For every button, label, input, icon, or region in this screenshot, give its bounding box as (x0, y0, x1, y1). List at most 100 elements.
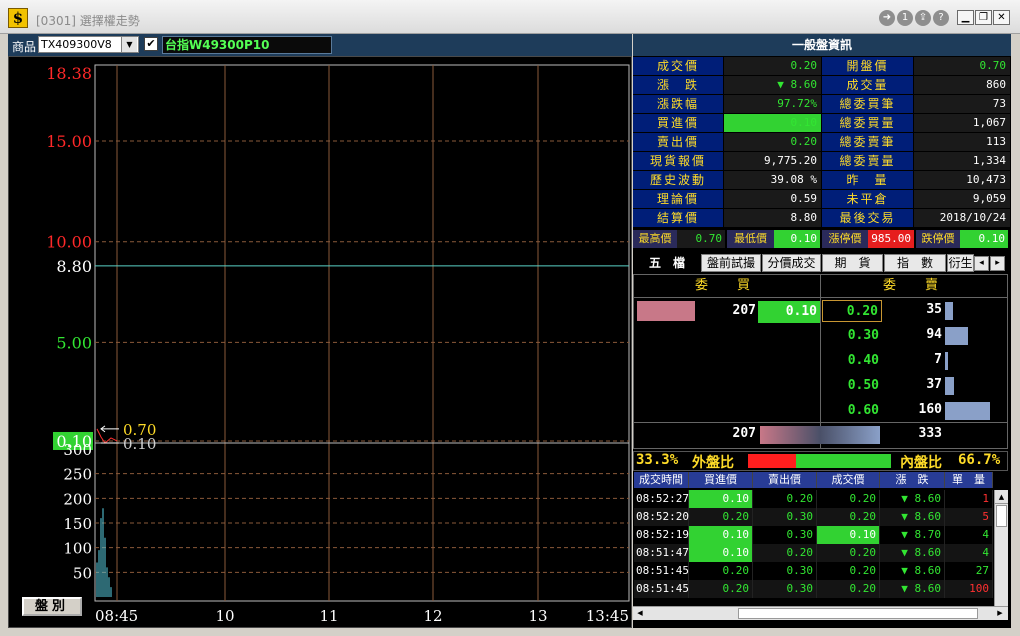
table-cell: 0.10 (817, 526, 880, 544)
forward-icon[interactable]: ➜ (879, 10, 895, 26)
info-value: 0.10 (724, 114, 821, 132)
trades-header[interactable]: 成交時間 (634, 472, 689, 488)
info-label: 成交量 (822, 76, 913, 94)
volume-tick-label: 250 (63, 466, 92, 484)
session-button[interactable]: 盤別 (22, 597, 82, 616)
export-icon[interactable]: ⇪ (915, 10, 931, 26)
table-cell: ▼ 8.60 (880, 580, 945, 598)
buy-header: 委 買 (694, 278, 758, 293)
tab-0[interactable]: 五 檔 (634, 254, 700, 272)
help-icon[interactable]: ? (933, 10, 949, 26)
limit-value: 0.10 (960, 230, 1008, 248)
scroll-right-icon[interactable]: ▶ (993, 607, 1007, 620)
table-cell: 0.20 (753, 490, 817, 508)
info-label: 現貨報價 (633, 152, 723, 170)
time-tick-label: 11 (319, 607, 338, 625)
table-cell: 27 (945, 562, 993, 580)
ask-price[interactable]: 0.30 (822, 325, 882, 347)
product-checkbox[interactable]: ✔ (144, 37, 158, 51)
tab-5[interactable]: 衍生 (947, 254, 974, 272)
window-title: [0301] 選擇權走勢 (36, 14, 140, 28)
scroll-thumb[interactable] (996, 505, 1007, 527)
volume-tick-label: 50 (73, 564, 92, 582)
scroll-up-icon[interactable]: ▲ (995, 490, 1008, 504)
trades-header[interactable]: 單 量 (945, 472, 993, 488)
tab-4[interactable]: 指 數 (884, 254, 946, 272)
minimize-button[interactable]: ▁ (957, 10, 974, 25)
scroll-left-icon[interactable]: ◀ (633, 607, 647, 620)
table-cell: 08:51:47 (634, 544, 689, 562)
info-label: 最後交易 (822, 209, 913, 227)
table-cell: 08:52:20 (634, 508, 689, 526)
hscroll-thumb[interactable] (738, 608, 978, 619)
tab-3[interactable]: 期 貨 (822, 254, 883, 272)
info-header: 一般盤資訊 (633, 34, 1011, 56)
limit-label: 最高價 (633, 230, 677, 248)
table-cell: ▼ 8.60 (880, 508, 945, 526)
info-label: 總委買筆 (822, 95, 913, 113)
vertical-scrollbar[interactable]: ▲ (994, 490, 1008, 606)
table-cell: 0.10 (689, 526, 753, 544)
plot-frame (94, 64, 630, 602)
app-logo-icon: $ (8, 8, 28, 28)
tab-2[interactable]: 分價成交 (762, 254, 821, 272)
info-value: 1,334 (914, 152, 1010, 170)
ask-price[interactable]: 0.50 (822, 375, 882, 397)
info-label: 開盤價 (822, 57, 913, 75)
info-value: ▼ 8.60 (724, 76, 821, 94)
total-ask-qty: 333 (918, 426, 942, 441)
horizontal-scrollbar[interactable]: ◀ ▶ (633, 606, 1008, 620)
info-icon[interactable]: 1 (897, 10, 913, 26)
chevron-down-icon[interactable]: ▼ (121, 37, 137, 52)
time-tick-label: 12 (423, 607, 442, 625)
table-cell: 0.20 (817, 544, 880, 562)
ask-price[interactable]: 0.20 (822, 300, 882, 322)
time-tick-label: 10 (215, 607, 234, 625)
trades-header[interactable]: 成交價 (817, 472, 880, 488)
ask-depth-bar (945, 302, 953, 320)
table-cell: 4 (945, 526, 993, 544)
table-cell: 0.20 (753, 544, 817, 562)
info-value: 2018/10/24 (914, 209, 1010, 227)
table-cell: 0.20 (817, 508, 880, 526)
info-label: 賣出價 (633, 133, 723, 151)
trades-header[interactable]: 買進價 (689, 472, 753, 488)
ask-price[interactable]: 0.40 (822, 350, 882, 372)
trades-header[interactable]: 漲 跌 (880, 472, 945, 488)
ask-price[interactable]: 0.60 (822, 400, 882, 422)
ask-qty: 7 (934, 352, 942, 367)
ask-depth-bar (945, 352, 948, 370)
in-ratio-pct: 66.7% (958, 452, 1001, 468)
price-tick-label: 10.00 (46, 233, 92, 252)
table-cell: 1 (945, 490, 993, 508)
table-cell: 0.20 (689, 562, 753, 580)
table-cell: 0.30 (753, 526, 817, 544)
intraday-chart[interactable]: 18.38 15.00 10.00 8.80 5.00 0.10 300 250 200 150 1… (8, 56, 632, 628)
bid-price[interactable]: 0.10 (758, 301, 820, 323)
table-cell: 0.20 (817, 562, 880, 580)
limit-value: 0.10 (774, 230, 820, 248)
info-value: 10,473 (914, 171, 1010, 189)
total-bid-qty: 207 (732, 426, 756, 441)
info-label: 歷史波動 (633, 171, 723, 189)
info-label: 理論價 (633, 190, 723, 208)
tab-scroll-right-icon[interactable]: ▸ (990, 256, 1005, 271)
info-value: 73 (914, 95, 1010, 113)
trades-header[interactable]: 賣出價 (753, 472, 817, 488)
info-label: 總委買量 (822, 114, 913, 132)
limit-label: 漲停價 (822, 230, 868, 248)
product-name-field: 台指W49300P10 (162, 36, 332, 54)
tab-1[interactable]: 盤前試撮 (701, 254, 761, 272)
volume-tick-label: 200 (63, 490, 92, 508)
ask-depth-bar (945, 402, 990, 420)
ask-qty: 35 (926, 302, 942, 317)
price-tick-label: 18.38 (46, 64, 92, 83)
close-button[interactable]: ✕ (993, 10, 1010, 25)
maximize-button[interactable]: ❐ (975, 10, 992, 25)
tab-scroll-left-icon[interactable]: ◂ (974, 256, 989, 271)
info-value: 9,059 (914, 190, 1010, 208)
bid-depth-bar (637, 301, 695, 321)
price-tick-label: 8.80 (56, 257, 92, 276)
info-label: 總委賣量 (822, 152, 913, 170)
title-bar (0, 0, 1020, 34)
